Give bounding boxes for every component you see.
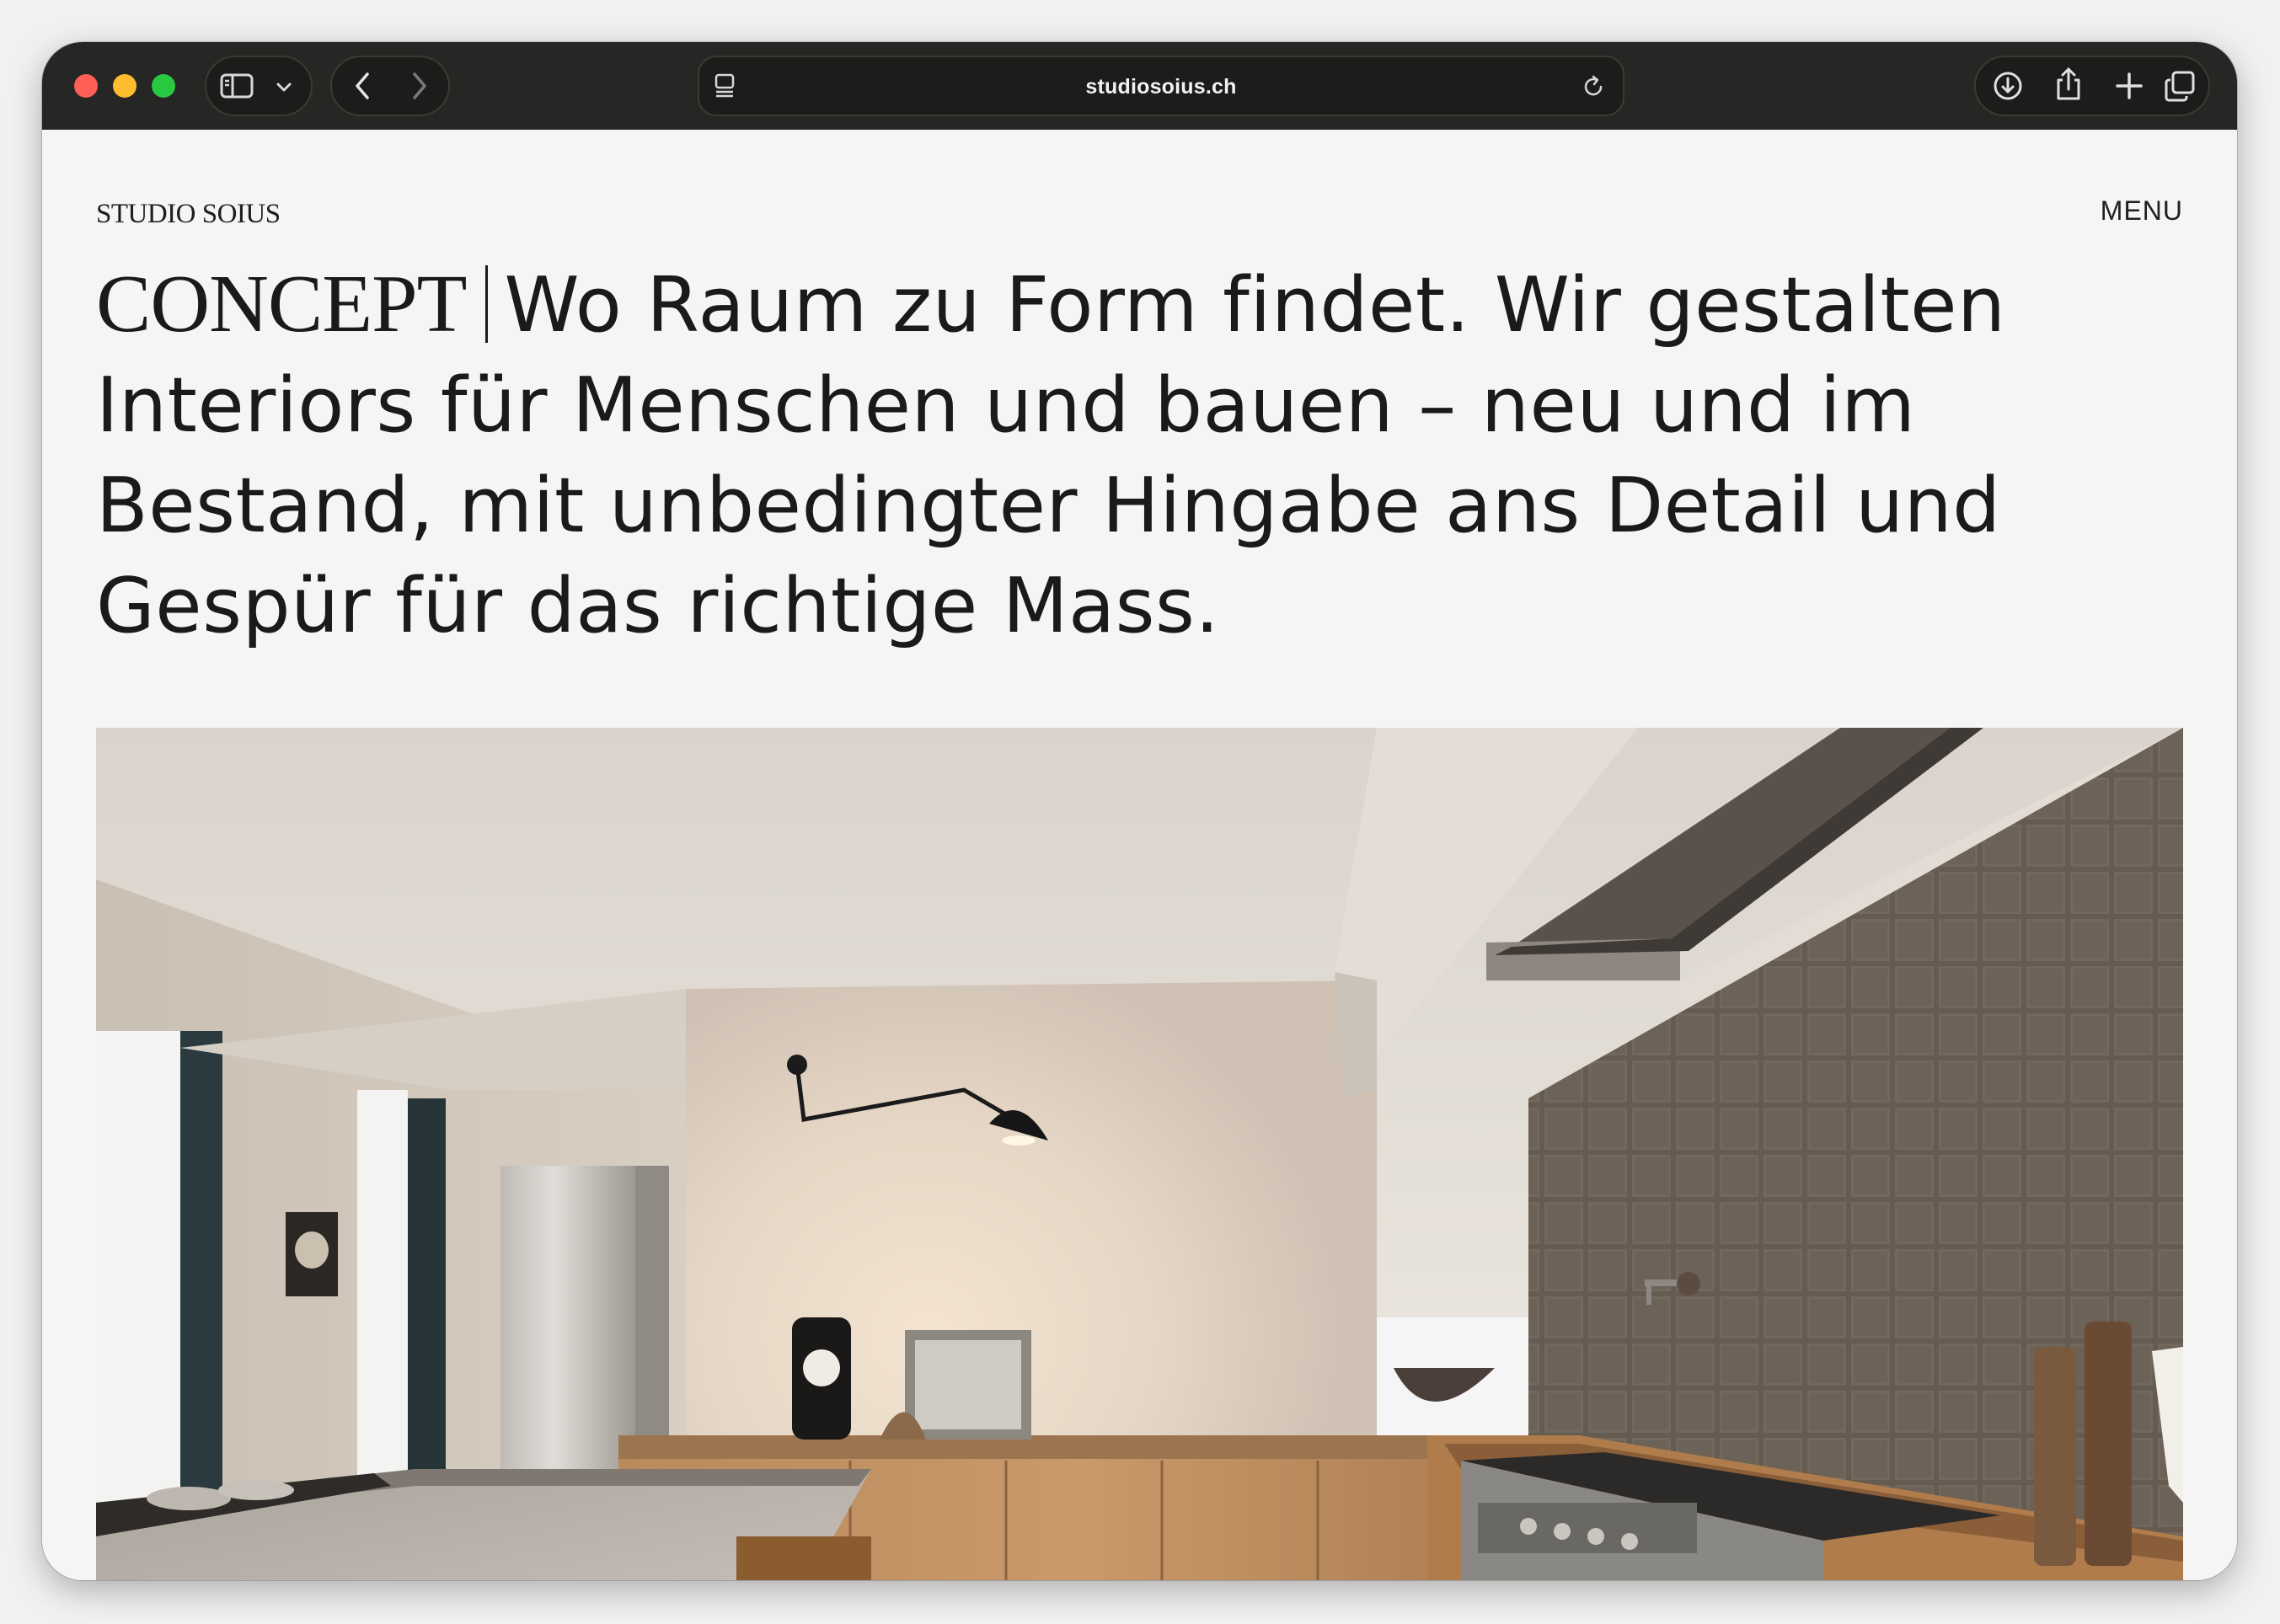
address-bar[interactable]: studiosoius.ch: [698, 56, 1624, 116]
browser-toolbar: studiosoius.ch: [42, 42, 2237, 130]
sidebar-icon[interactable]: [218, 72, 255, 100]
hero-image: [96, 728, 2183, 1580]
brand-logo[interactable]: STUDIO SOIUS: [96, 199, 281, 230]
minimize-window-button[interactable]: [113, 74, 136, 98]
plus-icon[interactable]: [2112, 69, 2146, 103]
section-label: CONCEPT: [96, 259, 468, 350]
forward-icon[interactable]: [406, 69, 431, 103]
browser-window: studiosoius.ch STUDIO SOIUS MENU CONCEPT…: [42, 42, 2237, 1580]
divider: [484, 265, 488, 343]
tab-overview-icon[interactable]: [2161, 67, 2198, 104]
page-headline: CONCEPT Wo Raum zu Form findet. Wir gesta…: [96, 254, 2186, 656]
back-icon[interactable]: [351, 69, 376, 103]
url-text[interactable]: studiosoius.ch: [699, 75, 1623, 99]
download-icon[interactable]: [1989, 67, 2026, 104]
reload-icon[interactable]: [1579, 72, 1608, 101]
navigation-group: [330, 56, 450, 116]
web-page: STUDIO SOIUS MENU CONCEPT Wo Raum zu Form…: [42, 130, 2237, 1580]
toolbar-actions: [1974, 56, 2210, 116]
kitchen-interior-photo: [96, 728, 2183, 1580]
close-window-button[interactable]: [74, 74, 98, 98]
menu-button[interactable]: MENU: [2101, 195, 2183, 227]
share-icon[interactable]: [2050, 64, 2087, 104]
sidebar-toggle-group[interactable]: [205, 56, 313, 116]
zoom-window-button[interactable]: [152, 74, 175, 98]
chevron-down-icon[interactable]: [274, 79, 294, 96]
